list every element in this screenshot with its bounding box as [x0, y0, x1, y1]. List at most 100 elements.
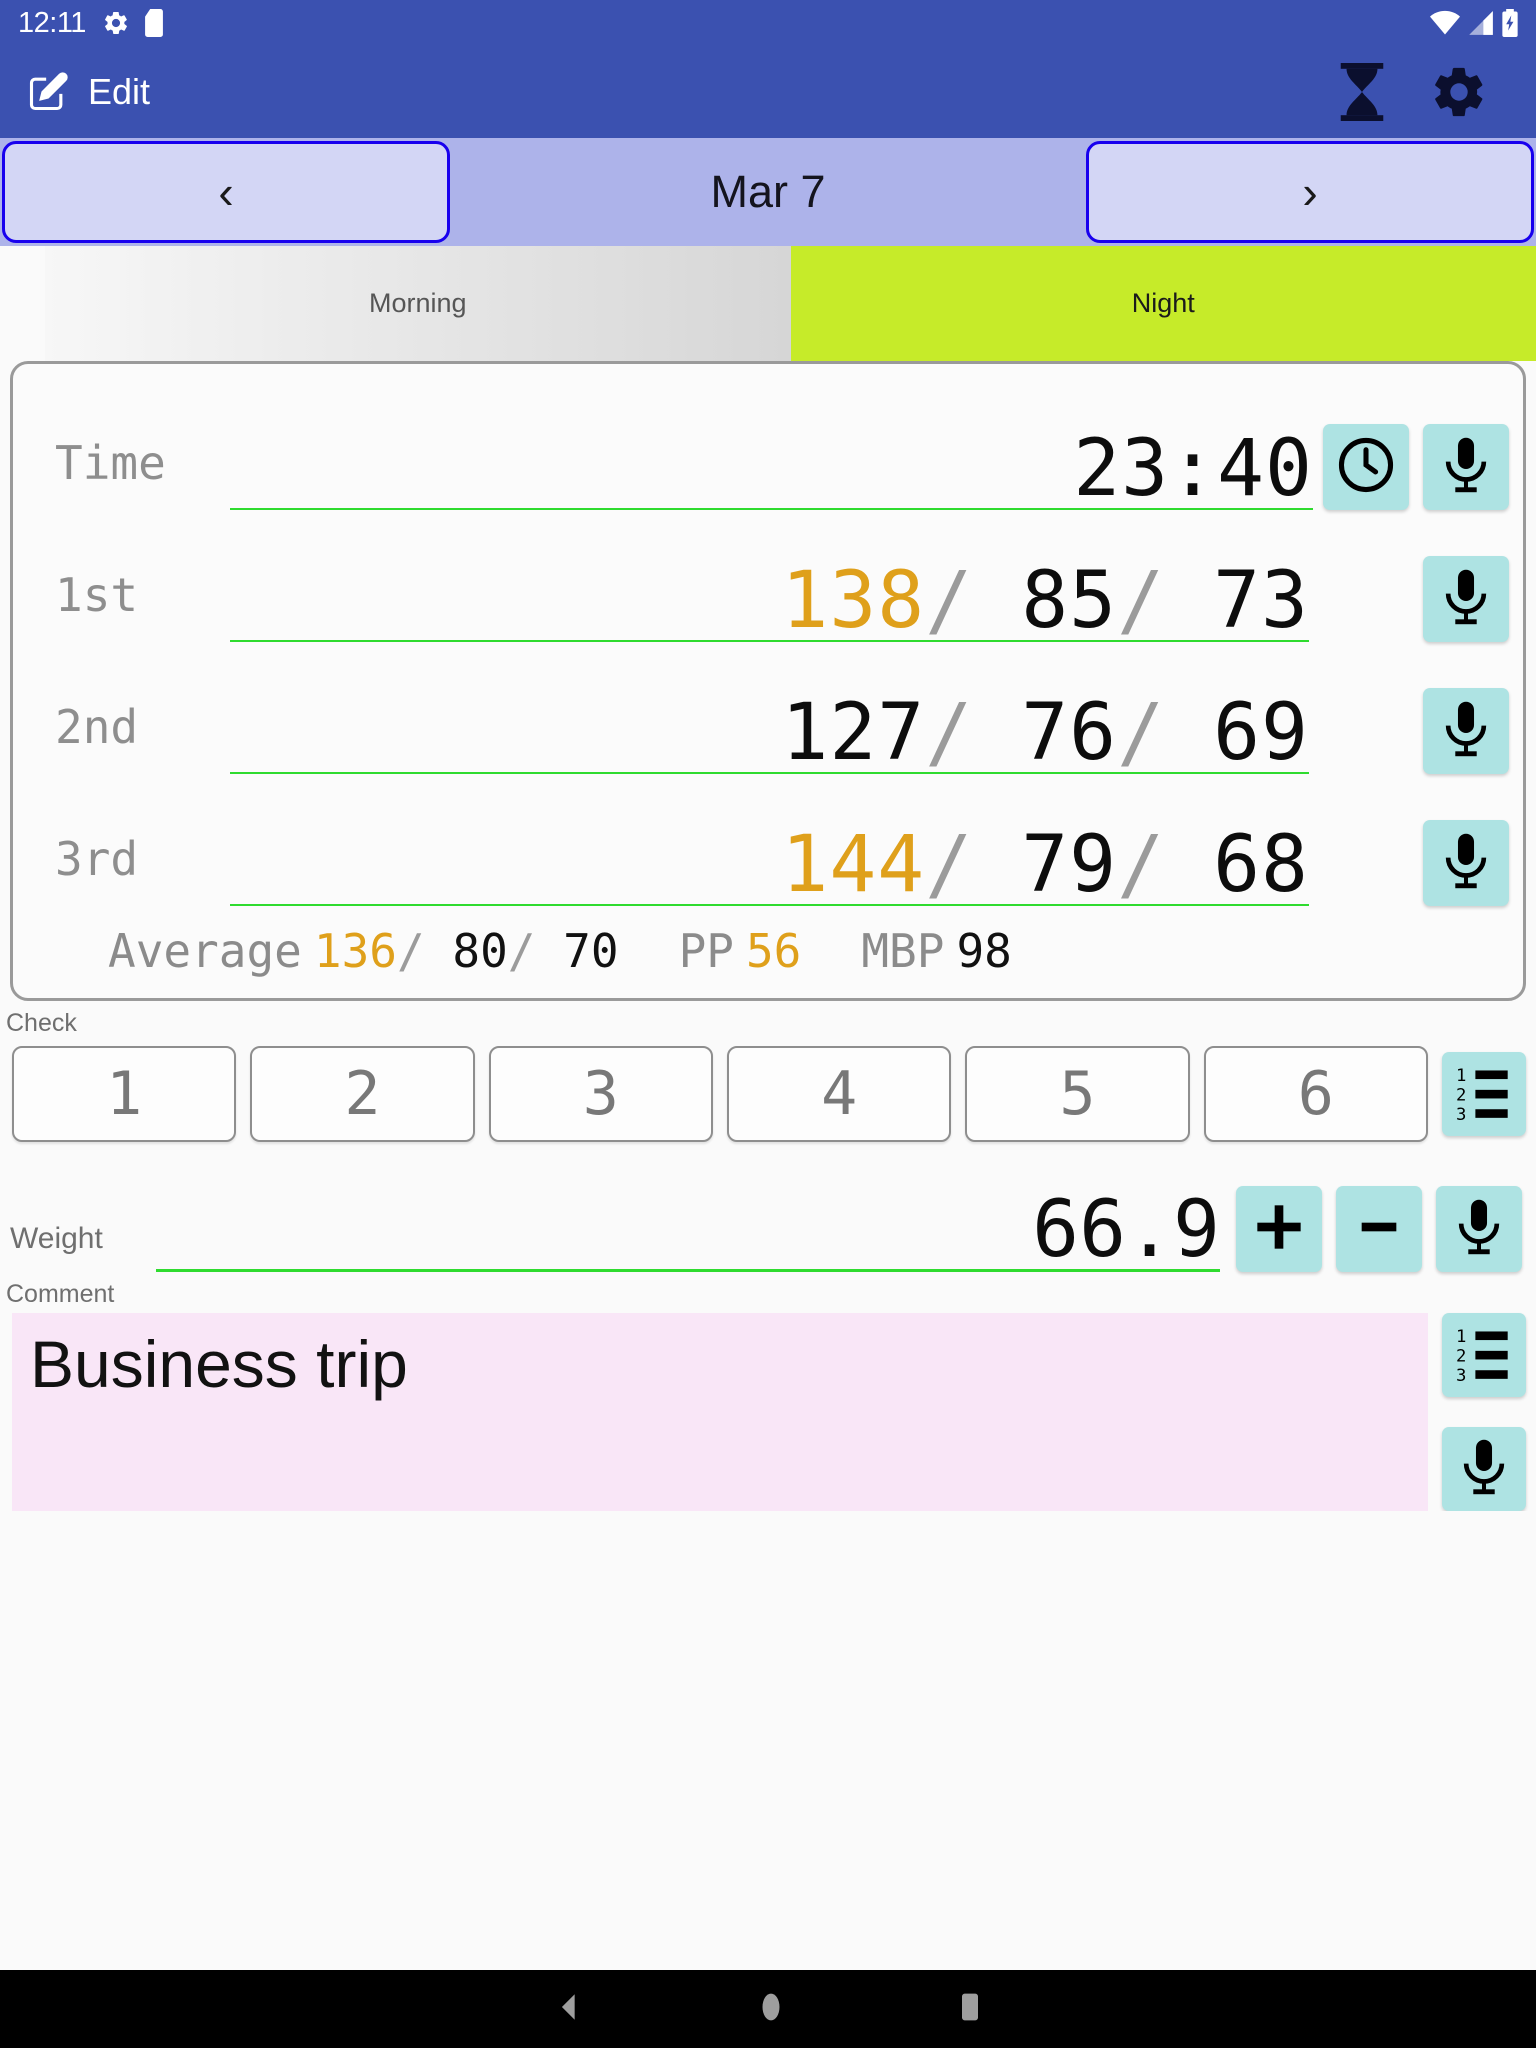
- weight-voice-input-button[interactable]: [1436, 1186, 1522, 1272]
- weight-input[interactable]: 66.9: [156, 1191, 1220, 1272]
- comment-input[interactable]: Business trip: [12, 1313, 1428, 1511]
- time-input[interactable]: 23:40: [230, 423, 1313, 514]
- reading-input-1st[interactable]: 138/ 85/ 73: [230, 555, 1309, 646]
- recents-square-icon[interactable]: [956, 1991, 984, 2028]
- tab-morning-label: Morning: [368, 288, 467, 318]
- check-section-label: Check: [6, 1009, 77, 1037]
- hourglass-icon[interactable]: [1336, 63, 1388, 121]
- status-bar: 12:11: [0, 0, 1536, 46]
- weight-label: Weight: [10, 1222, 103, 1255]
- chevron-left-icon: ‹: [218, 166, 234, 218]
- svg-text:1: 1: [1456, 1327, 1466, 1347]
- average-value: 136/ 80/ 70: [313, 924, 619, 978]
- reading-3rd-spacer: [1323, 820, 1409, 906]
- pp-label: PP: [678, 924, 734, 978]
- signal-icon: [1468, 10, 1494, 36]
- edit-button-label: Edit: [88, 71, 151, 112]
- reading-2nd-spacer: [1323, 688, 1409, 774]
- content-filler: [0, 1511, 1536, 1970]
- status-bar-left-icons: [102, 9, 164, 37]
- weight-decrement-button[interactable]: [1336, 1186, 1422, 1272]
- reading-1st-spacer: [1323, 556, 1409, 642]
- comment-side-buttons: 1 2 3: [1442, 1313, 1526, 1511]
- comment-list-button[interactable]: 1 2 3: [1442, 1313, 1526, 1397]
- check-button-5[interactable]: 5: [965, 1046, 1190, 1142]
- mbp-label: MBP: [861, 924, 945, 978]
- home-circle-icon[interactable]: [756, 1990, 786, 2029]
- check-button-6[interactable]: 6: [1203, 1046, 1428, 1142]
- edit-button[interactable]: Edit: [26, 70, 150, 114]
- check-button-3[interactable]: 3: [488, 1046, 713, 1142]
- average-row: Average 136/ 80/ 70 PP 56 MBP 98: [13, 906, 1523, 988]
- gear-icon: [102, 9, 130, 37]
- app-bar: Edit: [0, 46, 1536, 138]
- reading-label-3rd: 3rd: [55, 832, 139, 886]
- time-value: 23:40: [1073, 423, 1313, 514]
- next-day-button[interactable]: ›: [1086, 141, 1534, 243]
- reading-value-1st: 138/ 85/ 73: [781, 555, 1309, 646]
- time-row-label: Time: [55, 436, 166, 490]
- reading-label-2nd: 2nd: [55, 700, 139, 754]
- back-triangle-icon[interactable]: [552, 1990, 586, 2029]
- battery-charging-icon: [1502, 9, 1518, 37]
- tab-morning[interactable]: Morning: [45, 246, 791, 361]
- numbered-list-icon: 1 2 3: [1456, 1064, 1512, 1125]
- period-tabs: Morning Night: [0, 246, 1536, 361]
- mbp-value: 98: [956, 924, 1012, 978]
- sd-card-icon: [144, 9, 164, 37]
- reading-input-2nd[interactable]: 127/ 76/ 69: [230, 694, 1309, 774]
- date-navigation: ‹ Mar 7 ›: [0, 138, 1536, 246]
- reading-2nd-voice-input-button[interactable]: [1423, 688, 1509, 774]
- time-row: Time 23:40: [13, 378, 1523, 510]
- reading-label-1st: 1st: [55, 568, 139, 622]
- pp-value: 56: [745, 924, 802, 978]
- tab-night-label: Night: [1131, 288, 1195, 318]
- reading-value-3rd: 144/ 79/ 68: [781, 819, 1309, 910]
- numbered-list-icon: 1 2 3: [1456, 1325, 1512, 1386]
- check-button-2[interactable]: 2: [250, 1046, 475, 1142]
- weight-row: Weight 66.9: [0, 1152, 1536, 1272]
- average-label: Average: [108, 924, 302, 978]
- microphone-icon: [1439, 436, 1493, 499]
- status-bar-clock: 12:11: [18, 6, 86, 39]
- app-bar-actions: [1336, 63, 1510, 121]
- check-button-1[interactable]: 1: [12, 1046, 237, 1142]
- clock-icon: [1334, 433, 1398, 502]
- chevron-right-icon: ›: [1302, 166, 1318, 218]
- reading-input-3rd[interactable]: 144/ 79/ 68: [230, 819, 1309, 910]
- reading-row-2nd: 2nd 127/ 76/ 69: [13, 642, 1523, 774]
- weight-increment-button[interactable]: [1236, 1186, 1322, 1272]
- microphone-icon: [1439, 832, 1493, 895]
- svg-text:3: 3: [1456, 1366, 1466, 1381]
- comment-section-label: Comment: [6, 1280, 115, 1308]
- gear-icon[interactable]: [1430, 63, 1488, 121]
- time-voice-input-button[interactable]: [1423, 424, 1509, 510]
- reading-row-1st: 1st 138/ 85/ 73: [13, 510, 1523, 642]
- svg-text:2: 2: [1456, 1085, 1466, 1105]
- svg-text:3: 3: [1456, 1105, 1466, 1120]
- status-bar-right-icons: [1430, 9, 1518, 37]
- svg-text:1: 1: [1456, 1066, 1466, 1086]
- wifi-icon: [1430, 10, 1460, 36]
- set-time-button[interactable]: [1323, 424, 1409, 510]
- reading-row-3rd: 3rd 144/ 79/ 68: [13, 774, 1523, 906]
- check-list-button[interactable]: 1 2 3: [1441, 1052, 1526, 1136]
- minus-icon: [1353, 1201, 1405, 1258]
- app-root: 12:11 Edit ‹ Mar 7 › Morning Night Time …: [0, 0, 1536, 2048]
- measurement-card: Time 23:40 1st 138/ 85/ 73 2nd 127/ 76/ …: [10, 361, 1526, 1001]
- check-button-4[interactable]: 4: [726, 1046, 952, 1142]
- previous-day-button[interactable]: ‹: [2, 141, 450, 243]
- microphone-icon: [1439, 700, 1493, 763]
- edit-pencil-icon: [26, 70, 70, 114]
- microphone-icon: [1452, 1198, 1506, 1261]
- microphone-icon: [1439, 568, 1493, 631]
- comment-voice-input-button[interactable]: [1442, 1427, 1526, 1511]
- current-date-label[interactable]: Mar 7: [452, 138, 1084, 246]
- system-navigation-bar: [0, 1970, 1536, 2048]
- check-buttons-row: 1 2 3 4 5 6 1 2 3: [0, 1042, 1536, 1142]
- microphone-icon: [1457, 1438, 1511, 1501]
- reading-3rd-voice-input-button[interactable]: [1423, 820, 1509, 906]
- svg-text:2: 2: [1456, 1346, 1466, 1366]
- reading-1st-voice-input-button[interactable]: [1423, 556, 1509, 642]
- tab-night[interactable]: Night: [790, 246, 1536, 361]
